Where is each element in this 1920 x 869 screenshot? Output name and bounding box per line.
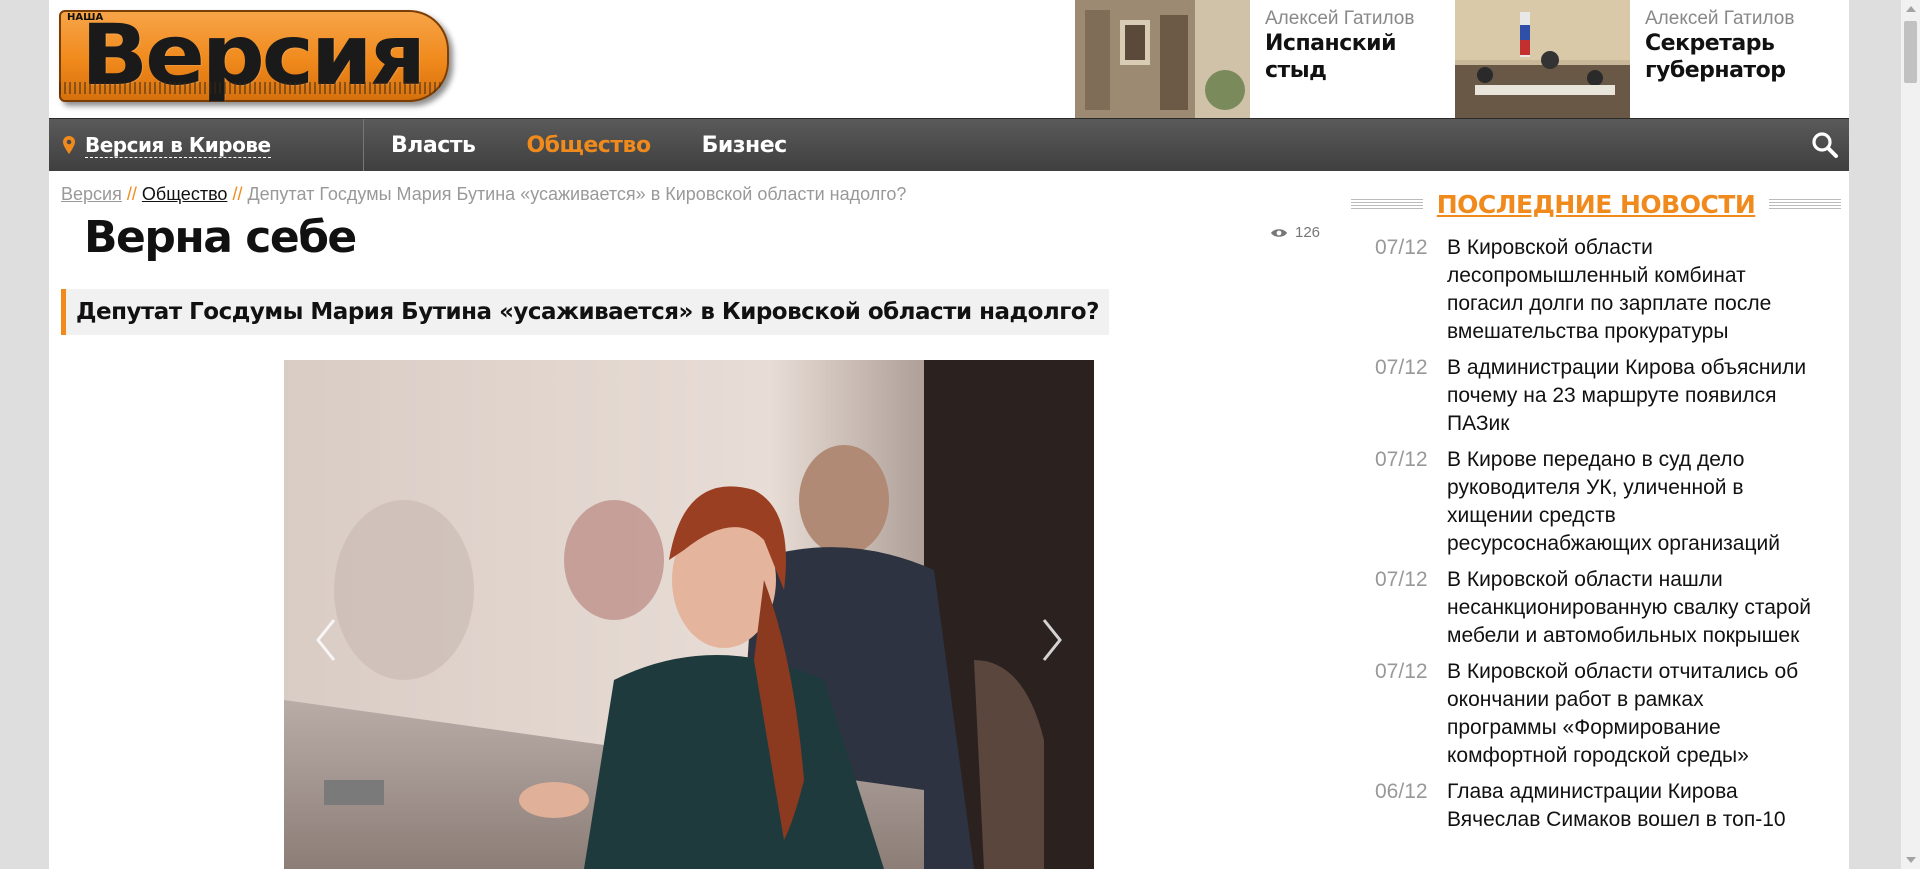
news-item[interactable]: 07/12 В Кирове передано в суд дело руков… [1351, 446, 1841, 558]
nav-item-obshchestvo[interactable]: Общество [526, 133, 651, 158]
nav-menu: Власть Общество Бизнес [391, 119, 838, 171]
news-date: 07/12 [1375, 356, 1428, 379]
promo-author: Алексей Гатилов [1645, 8, 1795, 29]
promo-title[interactable]: Испанский стыд [1265, 30, 1455, 84]
promo-card-1[interactable]: Алексей Гатилов Испанский стыд [1075, 0, 1455, 118]
breadcrumb-section[interactable]: Общество [142, 184, 228, 204]
news-date: 06/12 [1375, 780, 1428, 803]
promo-image-2[interactable] [1455, 0, 1630, 118]
view-counter: 126 [1271, 224, 1320, 241]
decorative-lines [1769, 199, 1842, 209]
news-date: 07/12 [1375, 568, 1428, 591]
article-image [284, 360, 1094, 869]
promo-title[interactable]: Секретарь губернатор [1645, 30, 1835, 84]
view-count: 126 [1295, 224, 1321, 241]
promo-author: Алексей Гатилов [1265, 8, 1415, 29]
region-selector[interactable]: Версия в Кирове [49, 119, 364, 171]
eye-icon [1271, 228, 1287, 237]
latest-news-header: ПОСЛЕДНИЕ НОВОСТИ [1351, 184, 1842, 224]
promo-card-2[interactable]: Алексей Гатилов Секретарь губернатор [1455, 0, 1849, 118]
region-label[interactable]: Версия в Кирове [85, 133, 271, 158]
breadcrumb-separator: // [126, 184, 137, 204]
news-title[interactable]: В Кировской области лесопромышленный ком… [1447, 234, 1819, 346]
breadcrumb-home[interactable]: Версия [61, 184, 122, 204]
nav-item-biznes[interactable]: Бизнес [702, 133, 788, 158]
news-item[interactable]: 06/12 Глава администрации Кирова Вячесла… [1351, 778, 1841, 834]
scroll-down-icon[interactable] [1906, 857, 1916, 863]
scrollbar-thumb[interactable] [1904, 21, 1917, 83]
location-pin-icon [63, 136, 75, 154]
slider-next-icon[interactable] [1036, 615, 1066, 665]
page: НАША Версия Алексей Гатилов Испанский ст… [49, 0, 1849, 869]
site-logo[interactable]: НАША Версия [59, 10, 449, 102]
news-date: 07/12 [1375, 236, 1428, 259]
news-date: 07/12 [1375, 448, 1428, 471]
search-icon[interactable] [1811, 131, 1839, 159]
news-title[interactable]: В администрации Кирова объяснили почему … [1447, 354, 1819, 438]
page-scrollbar[interactable] [1901, 0, 1920, 869]
news-list: 07/12 В Кировской области лесопромышленн… [1351, 234, 1841, 834]
article-photo[interactable] [284, 360, 1094, 869]
news-item[interactable]: 07/12 В Кировской области нашли несанкци… [1351, 566, 1841, 650]
article-lead: Депутат Госдумы Мария Бутина «усаживаетс… [61, 289, 1109, 335]
main-nav: Версия в Кирове Власть Общество Бизнес [49, 118, 1849, 171]
news-item[interactable]: 07/12 В Кировской области отчитались об … [1351, 658, 1841, 770]
scroll-up-icon[interactable] [1906, 6, 1916, 12]
latest-news-sidebar: ПОСЛЕДНИЕ НОВОСТИ 07/12 В Кировской обла… [1351, 184, 1842, 842]
nav-item-vlast[interactable]: Власть [391, 133, 476, 158]
news-item[interactable]: 07/12 В администрации Кирова объяснили п… [1351, 354, 1841, 438]
news-title[interactable]: В Кировской области нашли несанкциониров… [1447, 566, 1819, 650]
latest-news-title[interactable]: ПОСЛЕДНИЕ НОВОСТИ [1423, 190, 1770, 219]
slider-prev-icon[interactable] [312, 615, 342, 665]
logo-decoration [59, 82, 449, 94]
site-header: НАША Версия Алексей Гатилов Испанский ст… [49, 0, 1849, 118]
news-date: 07/12 [1375, 660, 1428, 683]
news-title[interactable]: Глава администрации Кирова Вячеслав Сима… [1447, 778, 1819, 834]
promo-image-1[interactable] [1075, 0, 1250, 118]
breadcrumb-current: Депутат Госдумы Мария Бутина «усаживаетс… [247, 184, 907, 204]
article-title: Верна себе [84, 212, 357, 263]
news-title[interactable]: В Кирове передано в суд дело руководител… [1447, 446, 1819, 558]
news-item[interactable]: 07/12 В Кировской области лесопромышленн… [1351, 234, 1841, 346]
decorative-lines [1351, 199, 1423, 209]
breadcrumb-separator: // [232, 184, 243, 204]
breadcrumb: Версия // Общество // Депутат Госдумы Ма… [61, 184, 906, 205]
news-title[interactable]: В Кировской области отчитались об оконча… [1447, 658, 1819, 770]
